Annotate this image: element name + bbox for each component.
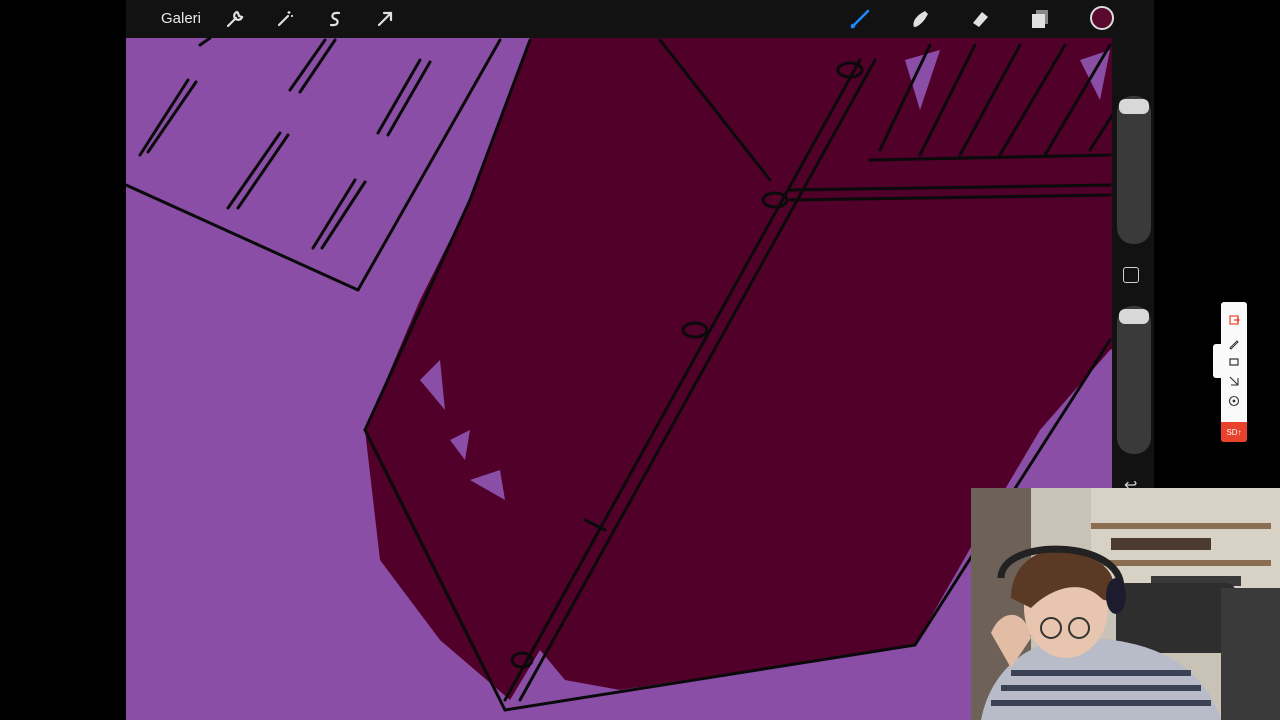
modify-button[interactable] xyxy=(1123,267,1139,283)
smudge-icon[interactable] xyxy=(908,7,932,31)
brush-size-handle[interactable] xyxy=(1119,99,1149,114)
magic-wand-icon[interactable] xyxy=(273,7,297,31)
record-label: SD xyxy=(1226,427,1238,437)
top-toolbar: Galeri xyxy=(126,0,1154,38)
brush-sidebar: ↩ xyxy=(1112,38,1154,498)
webcam-feed xyxy=(971,488,1280,720)
eraser-icon[interactable] xyxy=(968,7,992,31)
left-letterbox xyxy=(0,0,126,720)
layers-icon[interactable] xyxy=(1028,7,1052,31)
transform-arrow-icon[interactable] xyxy=(373,7,397,31)
selection-s-icon[interactable] xyxy=(323,7,347,31)
record-button[interactable]: SD ↑ xyxy=(1221,422,1247,442)
brush-icon[interactable] xyxy=(848,7,872,31)
color-picker-button[interactable] xyxy=(1090,6,1114,30)
brush-opacity-slider[interactable] xyxy=(1117,306,1151,454)
brush-size-slider[interactable] xyxy=(1117,96,1151,244)
target-icon[interactable] xyxy=(1225,393,1243,409)
webcam-overlay xyxy=(971,488,1280,720)
crop-icon[interactable] xyxy=(1225,373,1243,389)
wrench-icon[interactable] xyxy=(223,7,247,31)
gallery-button[interactable]: Galeri xyxy=(161,10,201,27)
pen-icon[interactable] xyxy=(1225,336,1243,352)
floating-recorder-toolbar: SD ↑ xyxy=(1221,302,1247,442)
brush-opacity-handle[interactable] xyxy=(1119,309,1149,324)
export-icon[interactable] xyxy=(1225,312,1243,328)
rectangle-icon[interactable] xyxy=(1225,354,1243,370)
